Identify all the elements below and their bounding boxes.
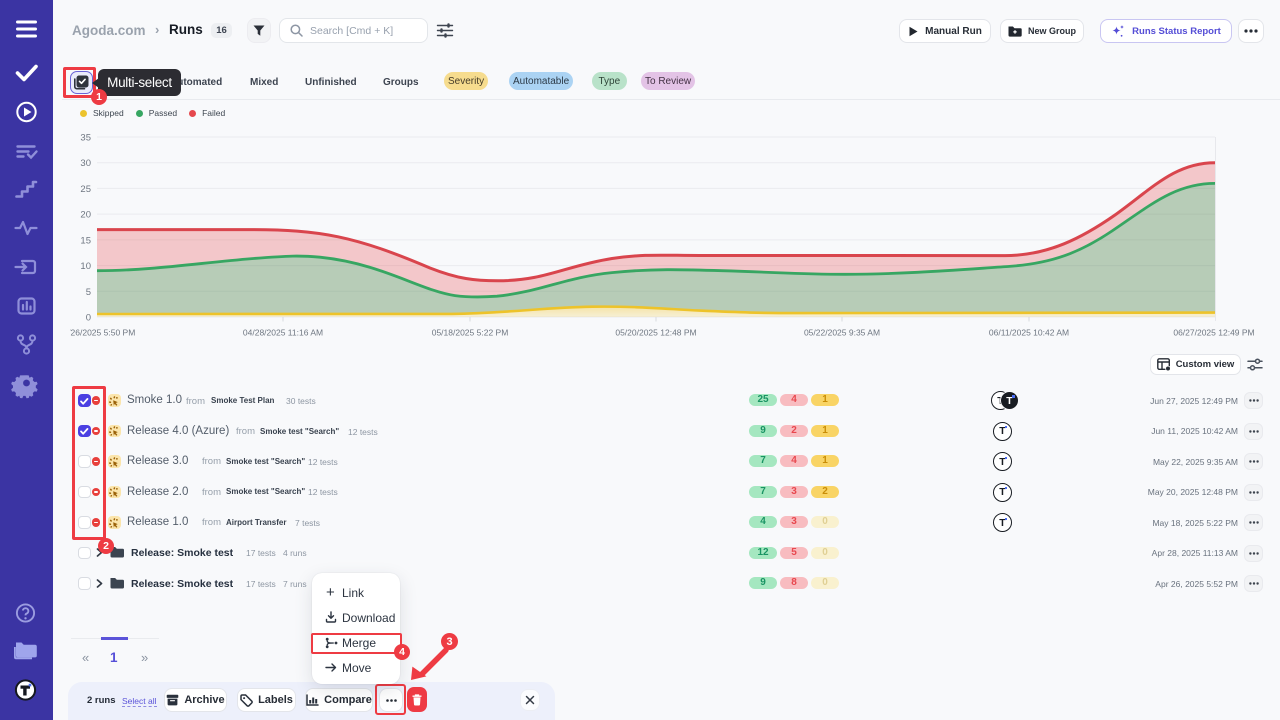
svg-text:05/20/2025 12:48 PM: 05/20/2025 12:48 PM [615,328,696,338]
svg-text:15: 15 [80,235,91,246]
svg-text:06/11/2025 10:42 AM: 06/11/2025 10:42 AM [989,328,1069,338]
svg-text:06/27/2025 12:49 PM: 06/27/2025 12:49 PM [1173,328,1254,338]
svg-text:30: 30 [80,158,91,169]
svg-text:35: 35 [80,133,91,144]
svg-text:10: 10 [80,261,91,272]
svg-text:04/26/2025 5:50 PM: 04/26/2025 5:50 PM [70,328,135,338]
svg-text:20: 20 [80,210,91,221]
svg-text:5: 5 [86,287,91,298]
svg-text:05/18/2025 5:22 PM: 05/18/2025 5:22 PM [432,328,509,338]
svg-text:25: 25 [80,184,91,195]
svg-text:05/22/2025 9:35 AM: 05/22/2025 9:35 AM [804,328,880,338]
svg-text:04/28/2025 11:16 AM: 04/28/2025 11:16 AM [243,328,323,338]
svg-text:0: 0 [86,313,91,324]
